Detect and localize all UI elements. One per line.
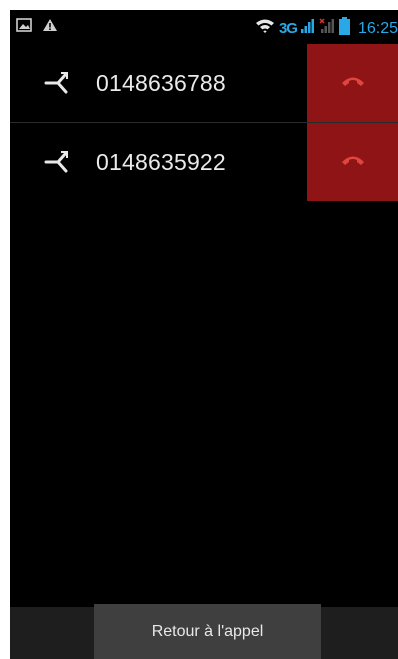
end-call-icon: [341, 153, 365, 171]
network-type-label: 3G: [278, 20, 298, 37]
call-number: 0148636788: [96, 70, 226, 96]
call-number: 0148635922: [96, 149, 226, 175]
battery-icon: [338, 17, 350, 40]
return-to-call-label: Retour à l'appel: [151, 622, 264, 640]
warning-icon: [42, 18, 58, 37]
status-time: 16:25: [357, 19, 398, 37]
return-to-call-button[interactable]: Retour à l'appel: [94, 604, 321, 659]
end-call-button[interactable]: [307, 44, 398, 122]
end-call-icon: [341, 74, 365, 92]
end-call-button[interactable]: [307, 123, 398, 201]
merge-calls-icon: [44, 150, 70, 179]
merge-calls-icon: [44, 71, 70, 100]
call-row: 0148635922: [10, 123, 398, 201]
image-icon: [16, 18, 32, 37]
signal-icon: [300, 18, 315, 39]
call-row: 0148636788: [10, 44, 398, 123]
wifi-icon: [255, 18, 275, 39]
status-bar: 3G 16:25: [10, 10, 398, 44]
phone-screen: 3G 16:25 0148636788 0148635922 Retour à …: [10, 10, 398, 659]
no-signal-icon: [319, 18, 335, 39]
